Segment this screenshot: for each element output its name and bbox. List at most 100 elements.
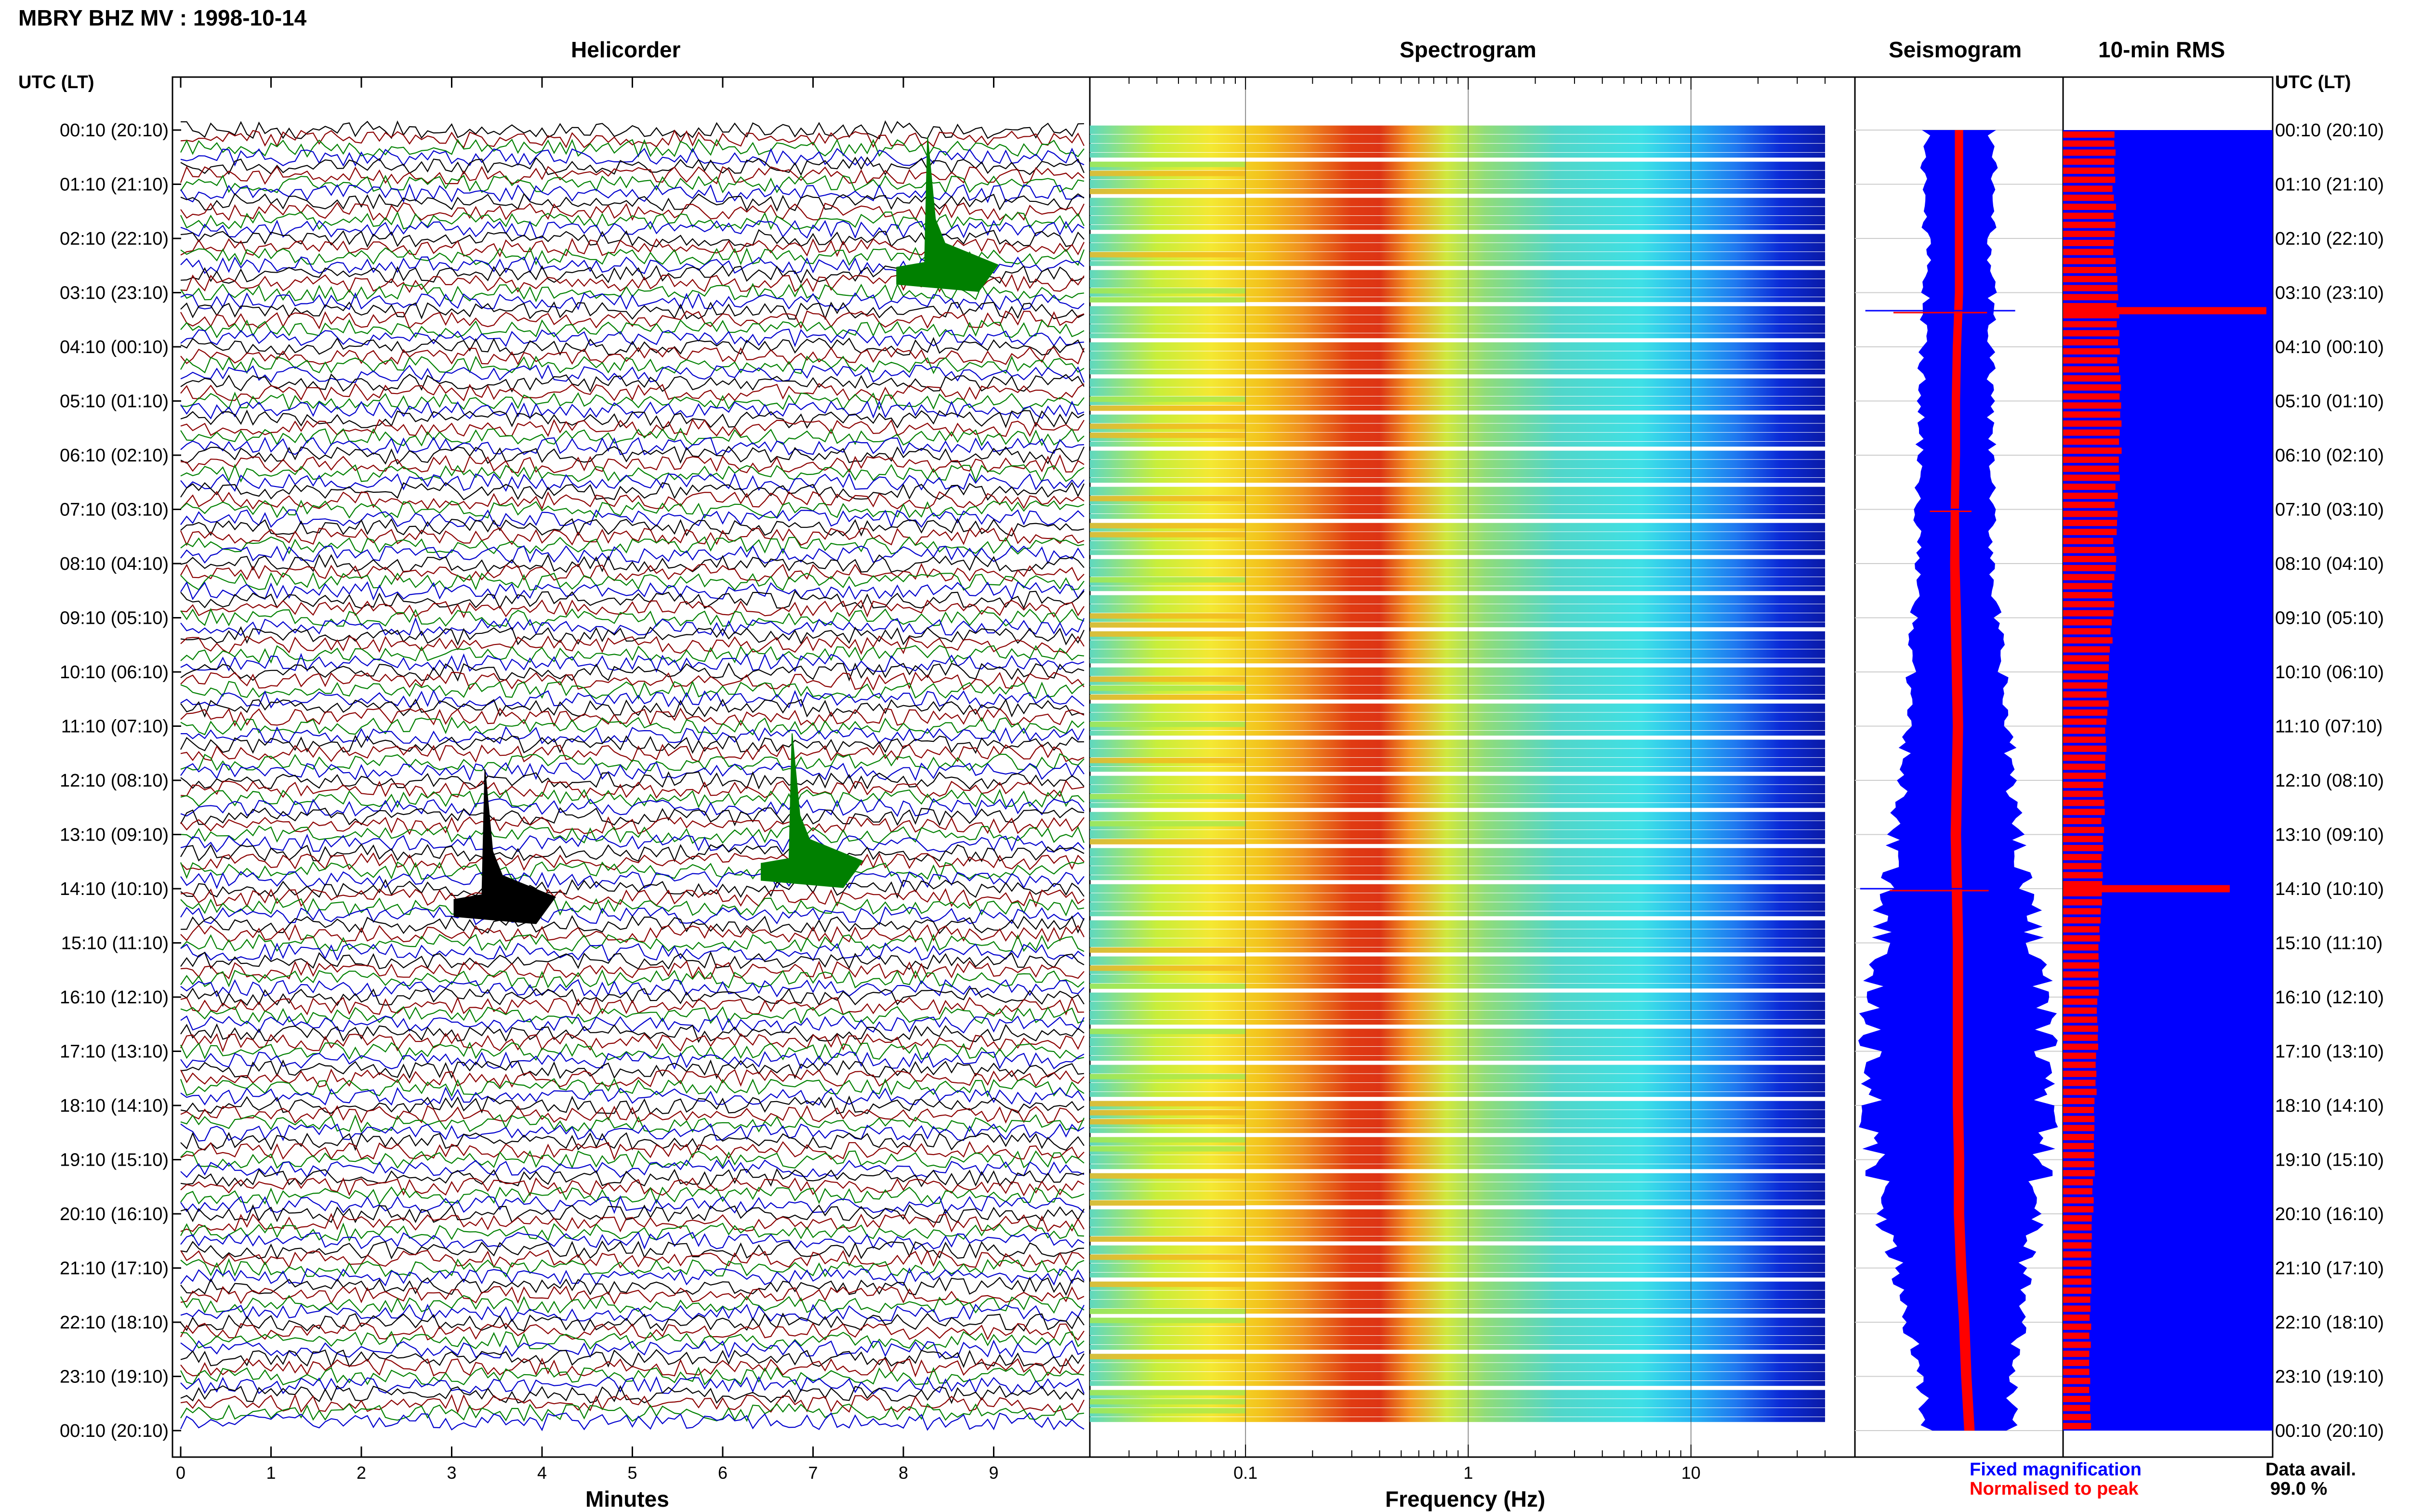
- rms-bar: [2063, 1387, 2090, 1394]
- spectrogram-row: [1090, 884, 1825, 893]
- rms-bar: [2063, 935, 2100, 942]
- rms-bar: [2063, 176, 2116, 183]
- rms-bar: [2063, 1062, 2096, 1068]
- time-tick-label-right: 07:10 (03:10): [2275, 500, 2384, 520]
- spectrogram-row: [1090, 1290, 1825, 1300]
- rms-bar: [2063, 691, 2107, 698]
- time-tick-label-right: 05:10 (01:10): [2275, 392, 2384, 412]
- spectrogram-row: [1090, 1065, 1825, 1074]
- spectrogram-row: [1090, 1372, 1825, 1381]
- rms-bar: [2063, 1197, 2094, 1204]
- rms-bar: [2063, 212, 2114, 219]
- spectrogram-row: [1090, 216, 1825, 224]
- rms-bar: [2063, 1052, 2096, 1059]
- time-tick-label-right: 08:10 (04:10): [2275, 554, 2384, 574]
- spectrogram-row: [1090, 902, 1825, 911]
- spectrogram-row-lowfreq: [1090, 685, 1246, 691]
- spectrogram-row-lowfreq: [1090, 532, 1246, 538]
- spectrogram-row-lowfreq: [1090, 1101, 1246, 1106]
- spectrogram-row: [1090, 144, 1825, 152]
- spectrogram-row-lowfreq: [1090, 1354, 1246, 1359]
- spectrogram-row-lowfreq: [1090, 821, 1246, 827]
- spectrogram-panel: 0.1 1 10: [1089, 76, 1856, 1483]
- rms-bar: [2063, 402, 2121, 409]
- helicorder-x-tick-label: 5: [627, 1463, 637, 1483]
- spectrogram-row-lowfreq: [1090, 622, 1246, 628]
- spectrogram-row-lowfreq: [1090, 1399, 1246, 1405]
- rms-bar: [2063, 1332, 2090, 1339]
- helicorder-x-tick-label: 3: [447, 1463, 456, 1483]
- spectrogram-row-lowfreq: [1090, 1074, 1246, 1079]
- spectrogram-row: [1090, 1218, 1825, 1227]
- spectrogram-row: [1090, 1091, 1825, 1097]
- rms-spike: [2063, 307, 2266, 315]
- helicorder-x-tick-label: 9: [989, 1463, 998, 1483]
- helicorder-x-tick-label: 8: [899, 1463, 908, 1483]
- rms-spike: [2063, 885, 2230, 893]
- spectrogram-row: [1090, 920, 1825, 929]
- rms-bar: [2063, 682, 2107, 689]
- rms-bar: [2063, 1125, 2095, 1131]
- rms-bar: [2063, 185, 2113, 192]
- rms-bar: [2063, 456, 2119, 463]
- rms-bar: [2063, 709, 2107, 716]
- rms-bar: [2063, 854, 2102, 860]
- rms-bar: [2063, 565, 2116, 571]
- spectrogram-row: [1090, 333, 1825, 339]
- time-tick-label-right: 10:10 (06:10): [2275, 662, 2384, 683]
- rms-bar: [2063, 1098, 2095, 1104]
- time-tick-label-left: 10:10 (06:10): [60, 662, 169, 683]
- rms-bar: [2063, 158, 2115, 165]
- rms-bar: [2063, 1423, 2091, 1430]
- rms-bar: [2063, 1395, 2091, 1402]
- time-tick-label-left: 18:10 (14:10): [60, 1096, 169, 1116]
- spectrogram-x-tick-label: 0.1: [1233, 1463, 1257, 1483]
- spectrogram-row: [1090, 450, 1825, 460]
- spectrogram-row: [1090, 550, 1825, 555]
- spectrogram-row: [1090, 1083, 1825, 1091]
- spectrogram-row: [1090, 649, 1825, 658]
- rms-bar: [2063, 1251, 2091, 1258]
- rms-bar: [2063, 817, 2102, 824]
- spectrogram-row-lowfreq: [1090, 1110, 1246, 1116]
- time-tick-label-left: 21:10 (17:10): [60, 1259, 169, 1279]
- rms-bar: [2063, 556, 2117, 563]
- time-tick-label-left: 06:10 (02:10): [60, 446, 169, 466]
- spectrogram-row: [1090, 1263, 1825, 1272]
- spectrogram-row: [1090, 369, 1825, 375]
- spectrogram-row: [1090, 1011, 1825, 1019]
- time-tick-label-right: 03:10 (23:10): [2275, 283, 2384, 303]
- spectrogram-row: [1090, 749, 1825, 758]
- rms-bar: [2063, 195, 2114, 201]
- spectrogram-row: [1090, 1300, 1825, 1308]
- rms-bar: [2063, 267, 2117, 274]
- spectrogram-row: [1090, 261, 1825, 266]
- spectrogram-row-lowfreq: [1090, 161, 1246, 167]
- spectrogram-row: [1090, 1336, 1825, 1344]
- rms-bar: [2063, 1233, 2092, 1240]
- spectrogram-row-lowfreq: [1090, 1236, 1246, 1242]
- rms-bar: [2063, 619, 2112, 626]
- spectrogram-row: [1090, 1417, 1825, 1422]
- rms-bar: [2063, 140, 2115, 147]
- rms-bar: [2063, 781, 2104, 788]
- rms-bar: [2063, 863, 2102, 869]
- spectrogram-row: [1090, 486, 1825, 496]
- rms-bar: [2063, 953, 2099, 960]
- time-tick-label-right: 22:10 (18:10): [2275, 1313, 2384, 1333]
- spectrogram-row: [1090, 866, 1825, 875]
- spectrogram-row-lowfreq: [1090, 396, 1246, 402]
- spectrogram-row: [1090, 938, 1825, 947]
- rms-bar: [2063, 1116, 2095, 1122]
- spectrogram-row: [1090, 414, 1825, 423]
- rms-bar: [2063, 1034, 2098, 1041]
- spectrogram-row: [1090, 152, 1825, 158]
- time-tick-label-left: 15:10 (11:10): [61, 933, 169, 954]
- rms-bar: [2063, 700, 2109, 707]
- rms-bar: [2063, 366, 2119, 373]
- rms-bar: [2063, 1134, 2094, 1141]
- rms-bar: [2063, 447, 2122, 454]
- spectrogram-row-lowfreq: [1090, 1317, 1246, 1323]
- spectrogram-row: [1090, 568, 1825, 577]
- spectrogram-x-tick-label: 1: [1463, 1463, 1473, 1483]
